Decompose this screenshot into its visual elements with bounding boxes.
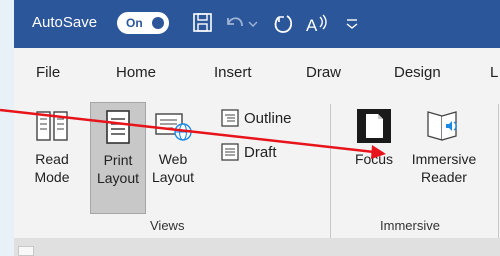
word-window: AutoSave On A File Home Insert Draw Desi… — [0, 0, 500, 256]
annotation-arrow-icon — [0, 108, 386, 159]
